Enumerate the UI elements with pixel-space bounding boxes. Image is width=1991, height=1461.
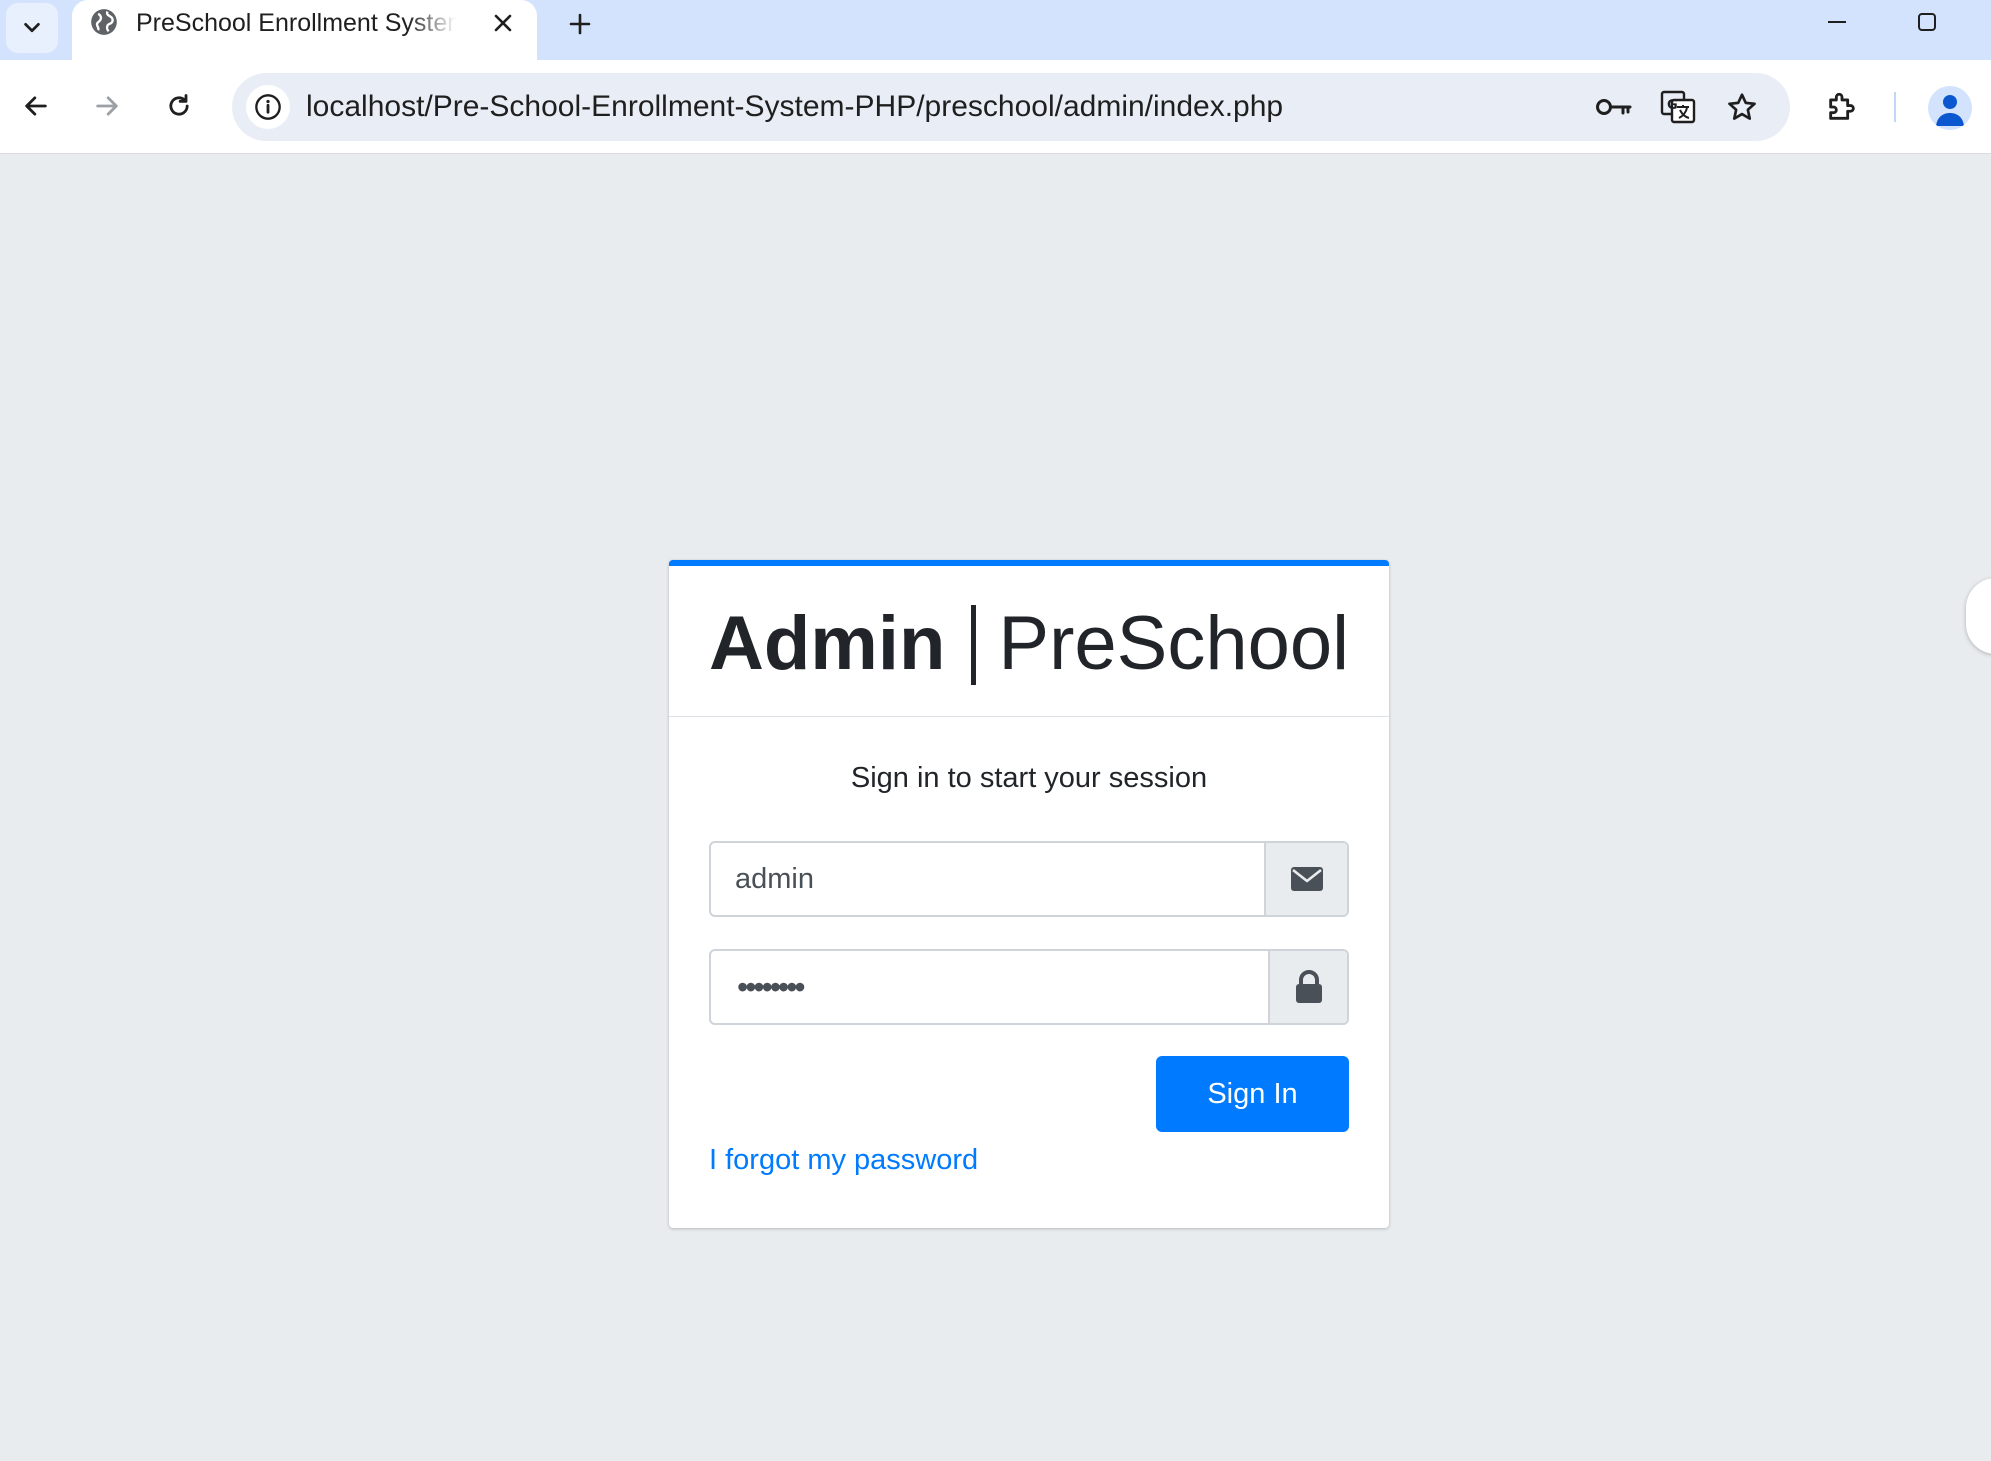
maximize-icon <box>1918 13 1936 31</box>
browser-tab-active[interactable]: PreSchool Enrollment System <box>72 0 537 62</box>
forgot-password-link[interactable]: I forgot my password <box>709 1142 978 1178</box>
tab-close-button[interactable] <box>486 6 520 40</box>
username-addon <box>1264 843 1347 915</box>
info-icon <box>255 94 281 120</box>
puzzle-icon <box>1829 92 1855 120</box>
toolbar-divider <box>1894 92 1896 122</box>
reload-icon <box>169 94 189 116</box>
extensions-button[interactable] <box>1820 85 1864 129</box>
new-tab-button[interactable] <box>560 4 600 44</box>
side-panel-handle[interactable] <box>1966 578 1991 654</box>
arrow-left-icon <box>25 96 47 116</box>
forward-button[interactable] <box>84 83 130 129</box>
key-icon <box>1596 99 1632 115</box>
password-addon <box>1268 951 1347 1023</box>
tab-title: PreSchool Enrollment System <box>136 9 456 37</box>
lock-icon <box>1295 970 1322 1003</box>
logo-admin-text: Admin <box>708 601 946 686</box>
username-input[interactable] <box>711 843 1266 915</box>
chevron-down-icon <box>24 22 40 33</box>
sign-in-button[interactable]: Sign In <box>1156 1056 1349 1132</box>
logo-preschool-text: PreSchool <box>998 601 1350 686</box>
window-maximize-button[interactable] <box>1910 4 1944 40</box>
browser-toolbar: localhost/Pre-School-Enrollment-System-P… <box>0 60 1991 154</box>
close-icon <box>494 14 512 32</box>
username-input-group <box>709 841 1349 917</box>
site-info-button[interactable] <box>246 85 290 129</box>
address-bar[interactable]: localhost/Pre-School-Enrollment-System-P… <box>232 73 1790 141</box>
login-logo[interactable]: Admin PreSchool <box>669 602 1389 689</box>
star-icon <box>1728 93 1756 120</box>
arrow-right-icon <box>96 96 118 116</box>
browser-tab-strip: PreSchool Enrollment System <box>0 0 1991 62</box>
login-card: Admin PreSchool Sign in to start your ses… <box>669 560 1389 1228</box>
password-input-group <box>709 949 1349 1025</box>
plus-icon <box>569 13 591 35</box>
tab-search-button[interactable] <box>6 3 58 53</box>
logo-separator <box>971 604 977 685</box>
login-card-header: Admin PreSchool <box>669 566 1389 717</box>
svg-text:G: G <box>1667 98 1678 113</box>
translate-icon: G <box>1660 90 1696 124</box>
translate-button[interactable]: G <box>1658 87 1698 127</box>
person-icon <box>1936 95 1964 126</box>
password-input[interactable] <box>711 951 1270 1023</box>
back-button[interactable] <box>13 83 59 129</box>
password-manager-button[interactable] <box>1594 87 1634 127</box>
login-box-message: Sign in to start your session <box>850 762 1208 794</box>
reload-button[interactable] <box>156 83 202 129</box>
bookmark-button[interactable] <box>1722 87 1762 127</box>
window-minimize-button[interactable] <box>1820 4 1854 40</box>
minimize-icon <box>1828 21 1846 23</box>
profile-button[interactable] <box>1928 86 1972 130</box>
envelope-icon <box>1290 867 1323 891</box>
globe-icon <box>91 9 117 35</box>
url-text[interactable]: localhost/Pre-School-Enrollment-System-P… <box>306 90 1283 124</box>
